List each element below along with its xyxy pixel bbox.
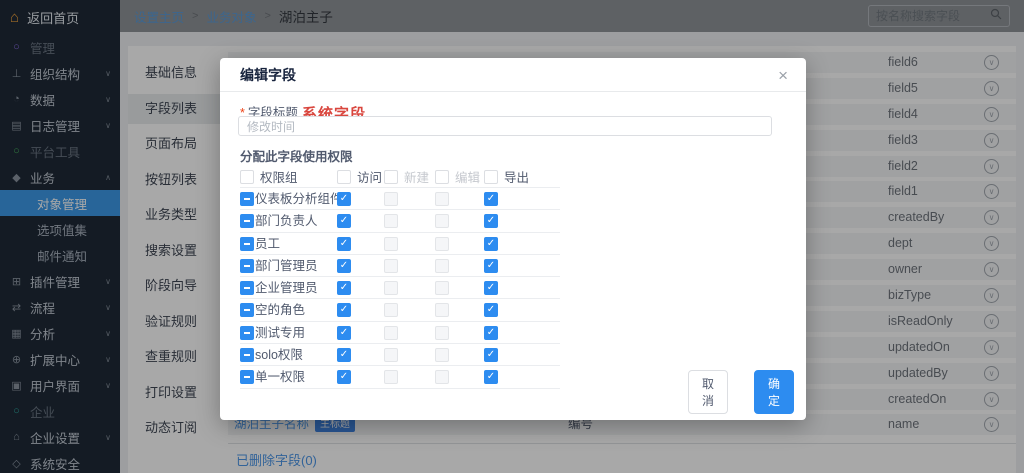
access-checkbox[interactable]	[337, 237, 351, 251]
group-indeterminate-checkbox[interactable]	[240, 259, 254, 273]
permission-row: 测试专用	[240, 322, 560, 344]
access-checkbox[interactable]	[337, 326, 351, 340]
field-title-input[interactable]	[238, 116, 772, 136]
permission-group-name: solo权限	[255, 344, 303, 366]
create-checkbox	[384, 192, 398, 206]
edit-checkbox	[435, 281, 449, 295]
permission-row: solo权限	[240, 344, 560, 366]
group-indeterminate-checkbox[interactable]	[240, 237, 254, 251]
ok-button[interactable]: 确定	[754, 370, 794, 414]
export-checkbox[interactable]	[484, 214, 498, 228]
create-checkbox	[384, 259, 398, 273]
permission-column: 新建	[384, 167, 429, 186]
create-checkbox	[384, 303, 398, 317]
edit-checkbox	[435, 192, 449, 206]
permission-group-name: 单一权限	[255, 366, 305, 388]
create-checkbox	[384, 214, 398, 228]
modal-header: 编辑字段	[220, 58, 806, 92]
permission-column-label: 权限组	[260, 167, 298, 186]
access-checkbox[interactable]	[337, 214, 351, 228]
edit-checkbox	[435, 326, 449, 340]
permission-group-name: 部门管理员	[255, 255, 318, 277]
permission-group-name: 部门负责人	[255, 210, 318, 232]
column-select-checkbox[interactable]	[240, 170, 254, 184]
create-checkbox	[384, 281, 398, 295]
create-checkbox	[384, 326, 398, 340]
create-checkbox	[384, 348, 398, 362]
permission-row: 仪表板分析组件	[240, 188, 560, 210]
edit-checkbox	[435, 370, 449, 384]
permission-row: 单一权限	[240, 366, 560, 388]
permission-group-name: 企业管理员	[255, 277, 318, 299]
group-indeterminate-checkbox[interactable]	[240, 326, 254, 340]
access-checkbox[interactable]	[337, 259, 351, 273]
permission-column-label: 访问	[357, 167, 382, 186]
column-select-checkbox[interactable]	[337, 170, 351, 184]
group-indeterminate-checkbox[interactable]	[240, 370, 254, 384]
group-indeterminate-checkbox[interactable]	[240, 303, 254, 317]
edit-checkbox	[435, 214, 449, 228]
permission-group-name: 空的角色	[255, 299, 305, 321]
export-checkbox[interactable]	[484, 192, 498, 206]
permission-column-label: 编辑	[455, 167, 480, 186]
group-indeterminate-checkbox[interactable]	[240, 281, 254, 295]
edit-checkbox	[435, 303, 449, 317]
export-checkbox[interactable]	[484, 281, 498, 295]
close-icon[interactable]: ×	[772, 64, 794, 88]
export-checkbox[interactable]	[484, 237, 498, 251]
export-checkbox[interactable]	[484, 259, 498, 273]
permission-column: 编辑	[435, 167, 480, 186]
cancel-button[interactable]: 取消	[688, 370, 728, 414]
group-indeterminate-checkbox[interactable]	[240, 192, 254, 206]
permission-row: 企业管理员	[240, 277, 560, 299]
permission-table-header: 权限组 访问 新建 编辑 导出	[240, 164, 560, 188]
permission-row: 部门管理员	[240, 255, 560, 277]
edit-checkbox	[435, 237, 449, 251]
column-select-checkbox[interactable]	[384, 170, 398, 184]
permission-column-label: 导出	[504, 167, 529, 186]
export-checkbox[interactable]	[484, 303, 498, 317]
access-checkbox[interactable]	[337, 303, 351, 317]
permission-row: 空的角色	[240, 299, 560, 321]
permission-column: 权限组	[240, 167, 298, 186]
permission-row: 部门负责人	[240, 210, 560, 232]
group-indeterminate-checkbox[interactable]	[240, 214, 254, 228]
column-select-checkbox[interactable]	[484, 170, 498, 184]
permission-column: 访问	[337, 167, 382, 186]
modal-title: 编辑字段	[240, 65, 296, 85]
permission-column-label: 新建	[404, 167, 429, 186]
permission-column: 导出	[484, 167, 529, 186]
export-checkbox[interactable]	[484, 348, 498, 362]
permission-rows: 仪表板分析组件 部门负责人 员工	[240, 188, 560, 389]
export-checkbox[interactable]	[484, 370, 498, 384]
permission-group-name: 仪表板分析组件	[255, 188, 343, 210]
permission-section-title: 分配此字段使用权限	[240, 146, 353, 165]
permission-row: 员工	[240, 233, 560, 255]
access-checkbox[interactable]	[337, 281, 351, 295]
edit-checkbox	[435, 259, 449, 273]
edit-checkbox	[435, 348, 449, 362]
access-checkbox[interactable]	[337, 192, 351, 206]
create-checkbox	[384, 370, 398, 384]
permission-group-name: 测试专用	[255, 322, 305, 344]
access-checkbox[interactable]	[337, 370, 351, 384]
create-checkbox	[384, 237, 398, 251]
column-select-checkbox[interactable]	[435, 170, 449, 184]
export-checkbox[interactable]	[484, 326, 498, 340]
edit-field-modal: 编辑字段 × *字段标题 系统字段 分配此字段使用权限 权限组 访问	[220, 58, 806, 420]
permission-group-name: 员工	[255, 233, 280, 255]
access-checkbox[interactable]	[337, 348, 351, 362]
permission-table: 权限组 访问 新建 编辑 导出	[240, 164, 560, 389]
group-indeterminate-checkbox[interactable]	[240, 348, 254, 362]
